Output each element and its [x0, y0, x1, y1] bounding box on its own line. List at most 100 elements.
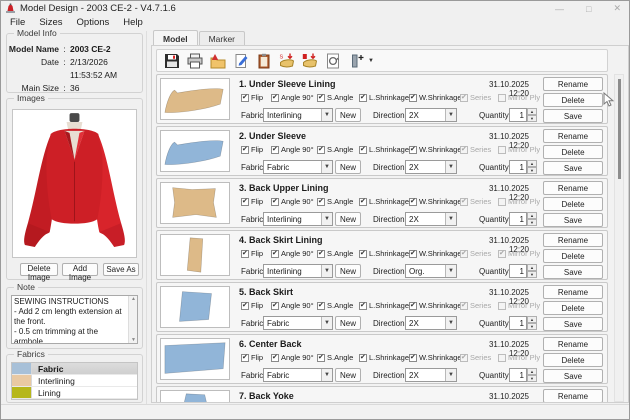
spin-up-icon[interactable]: ▲	[527, 108, 537, 115]
dropdown-arrow-icon[interactable]: ▼	[445, 265, 456, 277]
spin-down-icon[interactable]: ▼	[527, 167, 537, 174]
edit-note-icon[interactable]	[233, 53, 249, 69]
quantity-stepper[interactable]: ▲ ▼	[527, 108, 537, 122]
fabric-select[interactable]: Fabric ▼	[263, 316, 333, 330]
piece-thumbnail[interactable]	[160, 234, 230, 276]
delete-image-button[interactable]: Delete Image	[20, 263, 58, 282]
fabric-list-item[interactable]: Interlining	[12, 375, 137, 387]
s-angle-checkbox[interactable]: S.Angle	[317, 197, 353, 206]
direction-select[interactable]: 2X ▼	[405, 316, 457, 330]
direction-select[interactable]: 2X ▼	[405, 212, 457, 226]
tab-model[interactable]: Model	[153, 30, 198, 45]
angle-90-checkbox[interactable]: Angle 90°	[271, 197, 314, 206]
quantity-input[interactable]: 1	[509, 160, 527, 174]
piece-thumbnail[interactable]	[160, 130, 230, 172]
new-fabric-button[interactable]: New	[335, 264, 361, 278]
flip-checkbox[interactable]: Flip	[241, 93, 263, 102]
fabric-select[interactable]: Interlining ▼	[263, 264, 333, 278]
direction-select[interactable]: 2X ▼	[405, 368, 457, 382]
delete-button[interactable]: Delete	[543, 145, 603, 159]
s-angle-checkbox[interactable]: S.Angle	[317, 249, 353, 258]
report-icon[interactable]	[210, 53, 226, 69]
piece-thumbnail[interactable]	[160, 338, 230, 380]
quantity-input[interactable]: 1	[509, 368, 527, 382]
quantity-stepper[interactable]: ▲ ▼	[527, 212, 537, 226]
piece-thumbnail[interactable]	[160, 78, 230, 120]
dropdown-arrow-icon[interactable]: ▼	[321, 369, 332, 381]
print-icon[interactable]	[187, 53, 203, 69]
delete-button[interactable]: Delete	[543, 301, 603, 315]
delete-button[interactable]: Delete	[543, 249, 603, 263]
quantity-stepper[interactable]: ▲ ▼	[527, 316, 537, 330]
save-button[interactable]: Save	[543, 369, 603, 383]
fabric-select[interactable]: Interlining ▼	[263, 108, 333, 122]
save-button[interactable]: Save	[543, 317, 603, 331]
l-shrinkage-checkbox[interactable]: L.Shrinkage	[359, 93, 409, 102]
save-icon[interactable]	[164, 53, 180, 69]
dropdown-arrow-icon[interactable]: ▼	[445, 317, 456, 329]
piece-thumbnail[interactable]	[160, 390, 230, 402]
rename-button[interactable]: Rename	[543, 181, 603, 195]
quantity-stepper[interactable]: ▲ ▼	[527, 368, 537, 382]
delete-button[interactable]: Delete	[543, 353, 603, 367]
save-button[interactable]: Save	[543, 265, 603, 279]
dropdown-arrow-icon[interactable]: ▼	[321, 265, 332, 277]
delete-button[interactable]: Delete	[543, 93, 603, 107]
quantity-input[interactable]: 1	[509, 108, 527, 122]
add-piece-from-file-icon[interactable]	[302, 53, 318, 69]
w-shrinkage-checkbox[interactable]: W.Shrinkage	[409, 93, 462, 102]
tab-marker[interactable]: Marker	[198, 31, 246, 46]
fabric-list-item[interactable]: Fabric	[12, 363, 137, 375]
dropdown-arrow-icon[interactable]: ▼	[321, 161, 332, 173]
maximize-button[interactable]: □	[586, 4, 591, 14]
delete-button[interactable]: Delete	[543, 197, 603, 211]
w-shrinkage-checkbox[interactable]: W.Shrinkage	[409, 301, 462, 310]
flip-checkbox[interactable]: Flip	[241, 249, 263, 258]
clipboard-icon[interactable]	[256, 53, 272, 69]
new-fabric-button[interactable]: New	[335, 160, 361, 174]
fabric-select[interactable]: Fabric ▼	[263, 368, 333, 382]
save-button[interactable]: Save	[543, 109, 603, 123]
spin-down-icon[interactable]: ▼	[527, 219, 537, 226]
add-image-button[interactable]: Add Image	[62, 263, 98, 282]
w-shrinkage-checkbox[interactable]: W.Shrinkage	[409, 197, 462, 206]
angle-90-checkbox[interactable]: Angle 90°	[271, 145, 314, 154]
flip-checkbox[interactable]: Flip	[241, 301, 263, 310]
refresh-page-icon[interactable]	[325, 53, 341, 69]
angle-90-checkbox[interactable]: Angle 90°	[271, 353, 314, 362]
w-shrinkage-checkbox[interactable]: W.Shrinkage	[409, 249, 462, 258]
rename-button[interactable]: Rename	[543, 129, 603, 143]
spin-up-icon[interactable]: ▲	[527, 316, 537, 323]
l-shrinkage-checkbox[interactable]: L.Shrinkage	[359, 145, 409, 154]
s-angle-checkbox[interactable]: S.Angle	[317, 353, 353, 362]
rename-button[interactable]: Rename	[543, 77, 603, 91]
rename-button[interactable]: Rename	[543, 233, 603, 247]
spin-down-icon[interactable]: ▼	[527, 115, 537, 122]
new-fabric-button[interactable]: New	[335, 316, 361, 330]
scrollbar-thumb[interactable]	[618, 79, 621, 179]
panel-splitter[interactable]	[146, 31, 147, 405]
l-shrinkage-checkbox[interactable]: L.Shrinkage	[359, 353, 409, 362]
flip-checkbox[interactable]: Flip	[241, 145, 263, 154]
spin-up-icon[interactable]: ▲	[527, 160, 537, 167]
save-button[interactable]: Save	[543, 213, 603, 227]
dropdown-caret-icon[interactable]: ▼	[368, 58, 374, 64]
spin-down-icon[interactable]: ▼	[527, 375, 537, 382]
quantity-input[interactable]: 1	[509, 316, 527, 330]
w-shrinkage-checkbox[interactable]: W.Shrinkage	[409, 145, 462, 154]
s-angle-checkbox[interactable]: S.Angle	[317, 301, 353, 310]
menu-item[interactable]: Options	[70, 16, 117, 31]
add-column-icon[interactable]	[348, 53, 364, 69]
pieces-scrollbar[interactable]	[614, 74, 624, 402]
dropdown-arrow-icon[interactable]: ▼	[321, 213, 332, 225]
fabric-select[interactable]: Interlining ▼	[263, 212, 333, 226]
direction-select[interactable]: 2X ▼	[405, 160, 457, 174]
new-fabric-button[interactable]: New	[335, 212, 361, 226]
new-fabric-button[interactable]: New	[335, 108, 361, 122]
dropdown-arrow-icon[interactable]: ▼	[321, 109, 332, 121]
s-angle-checkbox[interactable]: S.Angle	[317, 93, 353, 102]
l-shrinkage-checkbox[interactable]: L.Shrinkage	[359, 301, 409, 310]
minimize-button[interactable]: —	[555, 4, 564, 14]
note-textarea[interactable]: SEWING INSTRUCTIONS - Add 2 cm length ex…	[11, 295, 138, 344]
piece-thumbnail[interactable]	[160, 286, 230, 328]
